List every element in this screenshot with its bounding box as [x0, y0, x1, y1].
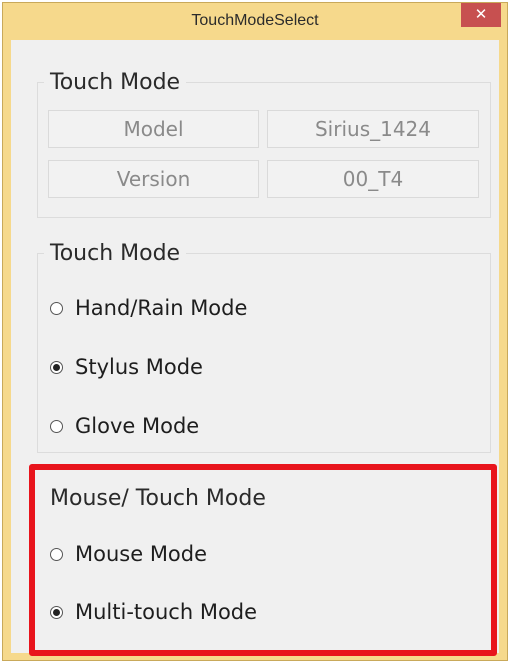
stylus-mode-option[interactable]: Stylus Mode — [50, 352, 203, 382]
close-icon: ✕ — [474, 5, 488, 23]
stylus-mode-label: Stylus Mode — [75, 355, 203, 379]
title-bar[interactable]: TouchModeSelect ✕ — [3, 3, 507, 39]
device-info-group: Touch Mode Model Sirius_1424 Version 00_… — [37, 69, 491, 218]
device-info-group-title: Touch Mode — [44, 69, 187, 97]
touch-mode-group-title: Touch Mode — [44, 240, 187, 268]
version-value: 00_T4 — [267, 160, 479, 198]
model-value: Sirius_1424 — [267, 110, 479, 148]
model-label: Model — [48, 110, 259, 148]
hand-rain-mode-radio[interactable] — [50, 301, 63, 315]
glove-mode-radio[interactable] — [50, 419, 63, 433]
version-label: Version — [48, 160, 259, 198]
hand-rain-mode-label: Hand/Rain Mode — [75, 296, 248, 320]
glove-mode-label: Glove Mode — [75, 414, 200, 438]
hand-rain-mode-option[interactable]: Hand/Rain Mode — [50, 293, 247, 323]
close-button[interactable]: ✕ — [461, 3, 501, 27]
stylus-mode-radio[interactable] — [50, 360, 63, 374]
highlight-box — [29, 464, 497, 656]
touch-mode-group: Touch Mode Hand/Rain Mode Stylus Mode Gl… — [37, 240, 491, 453]
window-title: TouchModeSelect — [191, 12, 319, 29]
glove-mode-option[interactable]: Glove Mode — [50, 411, 199, 441]
